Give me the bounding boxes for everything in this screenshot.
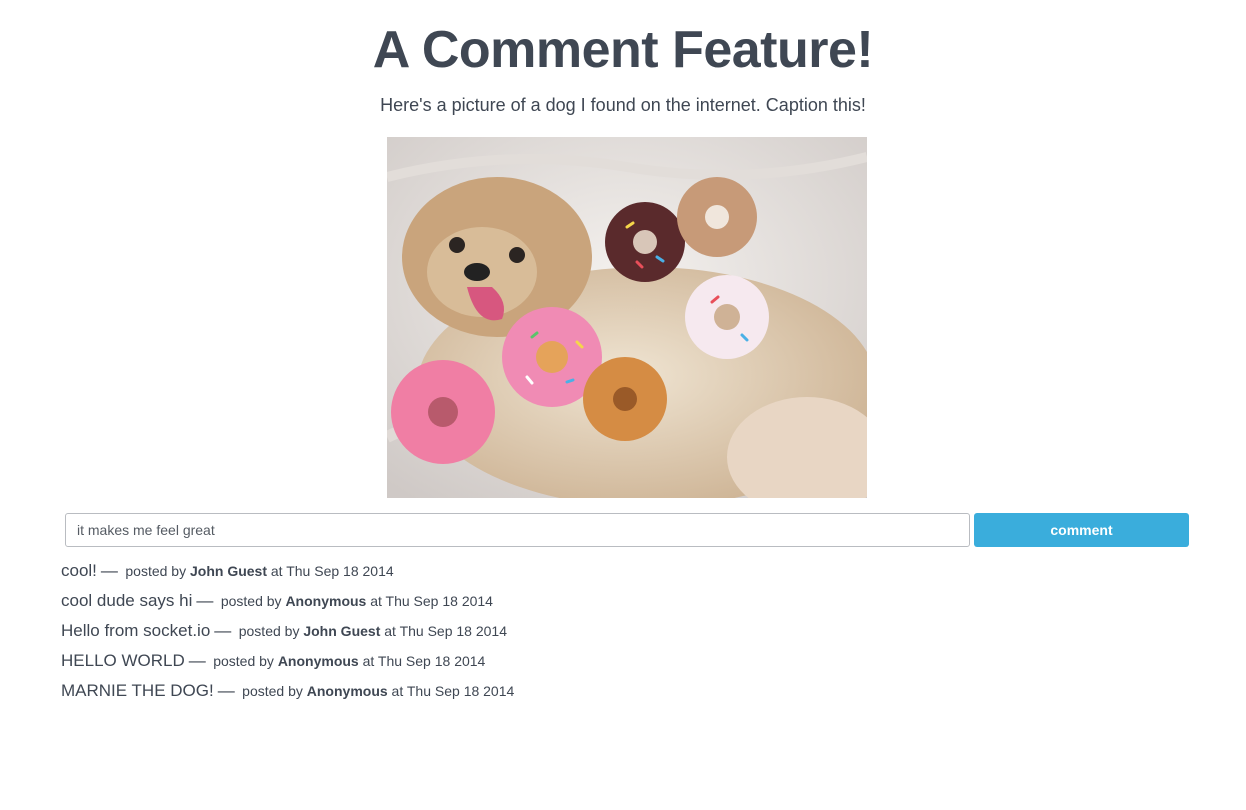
comment-input[interactable]: [65, 513, 970, 547]
comment-meta: posted by Anonymous at Thu Sep 18 2014: [213, 653, 485, 669]
dog-photo: [387, 137, 867, 498]
at-label: at: [270, 563, 283, 579]
posted-by-label: posted by: [220, 593, 282, 609]
comment-dash: —: [188, 651, 206, 670]
comment-item: HELLO WORLD — posted by Anonymous at Thu …: [61, 649, 514, 679]
comment-date: Thu Sep 18 2014: [377, 653, 486, 669]
comment-dash: —: [196, 591, 214, 610]
comment-item: MARNIE THE DOG! — posted by Anonymous at …: [61, 679, 514, 709]
comment-date: Thu Sep 18 2014: [286, 563, 394, 579]
comment-text: Hello from socket.io: [61, 621, 211, 640]
comment-meta: posted by John Guest at Thu Sep 18 2014: [125, 563, 393, 579]
comment-dash: —: [217, 681, 235, 700]
comment-author: John Guest: [303, 623, 381, 639]
posted-by-label: posted by: [125, 563, 187, 579]
comment-meta: posted by Anonymous at Thu Sep 18 2014: [221, 593, 493, 609]
posted-by-label: posted by: [238, 623, 300, 639]
comment-date: Thu Sep 18 2014: [385, 593, 493, 609]
comment-text: HELLO WORLD: [61, 651, 185, 670]
at-label: at: [391, 683, 404, 699]
comment-dash: —: [214, 621, 232, 640]
at-label: at: [384, 623, 396, 639]
posted-by-label: posted by: [242, 683, 303, 699]
comment-meta: posted by Anonymous at Thu Sep 18 2014: [242, 683, 514, 699]
at-label: at: [362, 653, 375, 669]
comment-dash: —: [100, 561, 118, 580]
page: A Comment Feature! Here's a picture of a…: [0, 0, 1246, 810]
comment-date: Thu Sep 18 2014: [399, 623, 507, 639]
comment-item: Hello from socket.io — posted by John Gue…: [61, 619, 514, 649]
comment-item: cool! — posted by John Guest at Thu Sep 1…: [61, 559, 514, 589]
comment-author: Anonymous: [277, 653, 359, 669]
comment-author: Anonymous: [285, 593, 367, 609]
comment-item: cool dude says hi — posted by Anonymous a…: [61, 589, 514, 619]
page-subtitle: Here's a picture of a dog I found on the…: [380, 95, 866, 115]
comment-text: MARNIE THE DOG!: [61, 681, 214, 700]
comment-author: John Guest: [189, 563, 267, 579]
posted-by-label: posted by: [213, 653, 274, 669]
comment-author: Anonymous: [306, 683, 388, 699]
comment-text: cool!: [61, 561, 97, 580]
comment-button[interactable]: comment: [974, 513, 1189, 547]
comment-list: cool! — posted by John Guest at Thu Sep 1…: [61, 559, 514, 709]
comment-date: Thu Sep 18 2014: [406, 683, 515, 699]
comment-text: cool dude says hi: [61, 591, 193, 610]
at-label: at: [370, 593, 382, 609]
comment-meta: posted by John Guest at Thu Sep 18 2014: [239, 623, 507, 639]
page-title: A Comment Feature!: [372, 21, 874, 79]
